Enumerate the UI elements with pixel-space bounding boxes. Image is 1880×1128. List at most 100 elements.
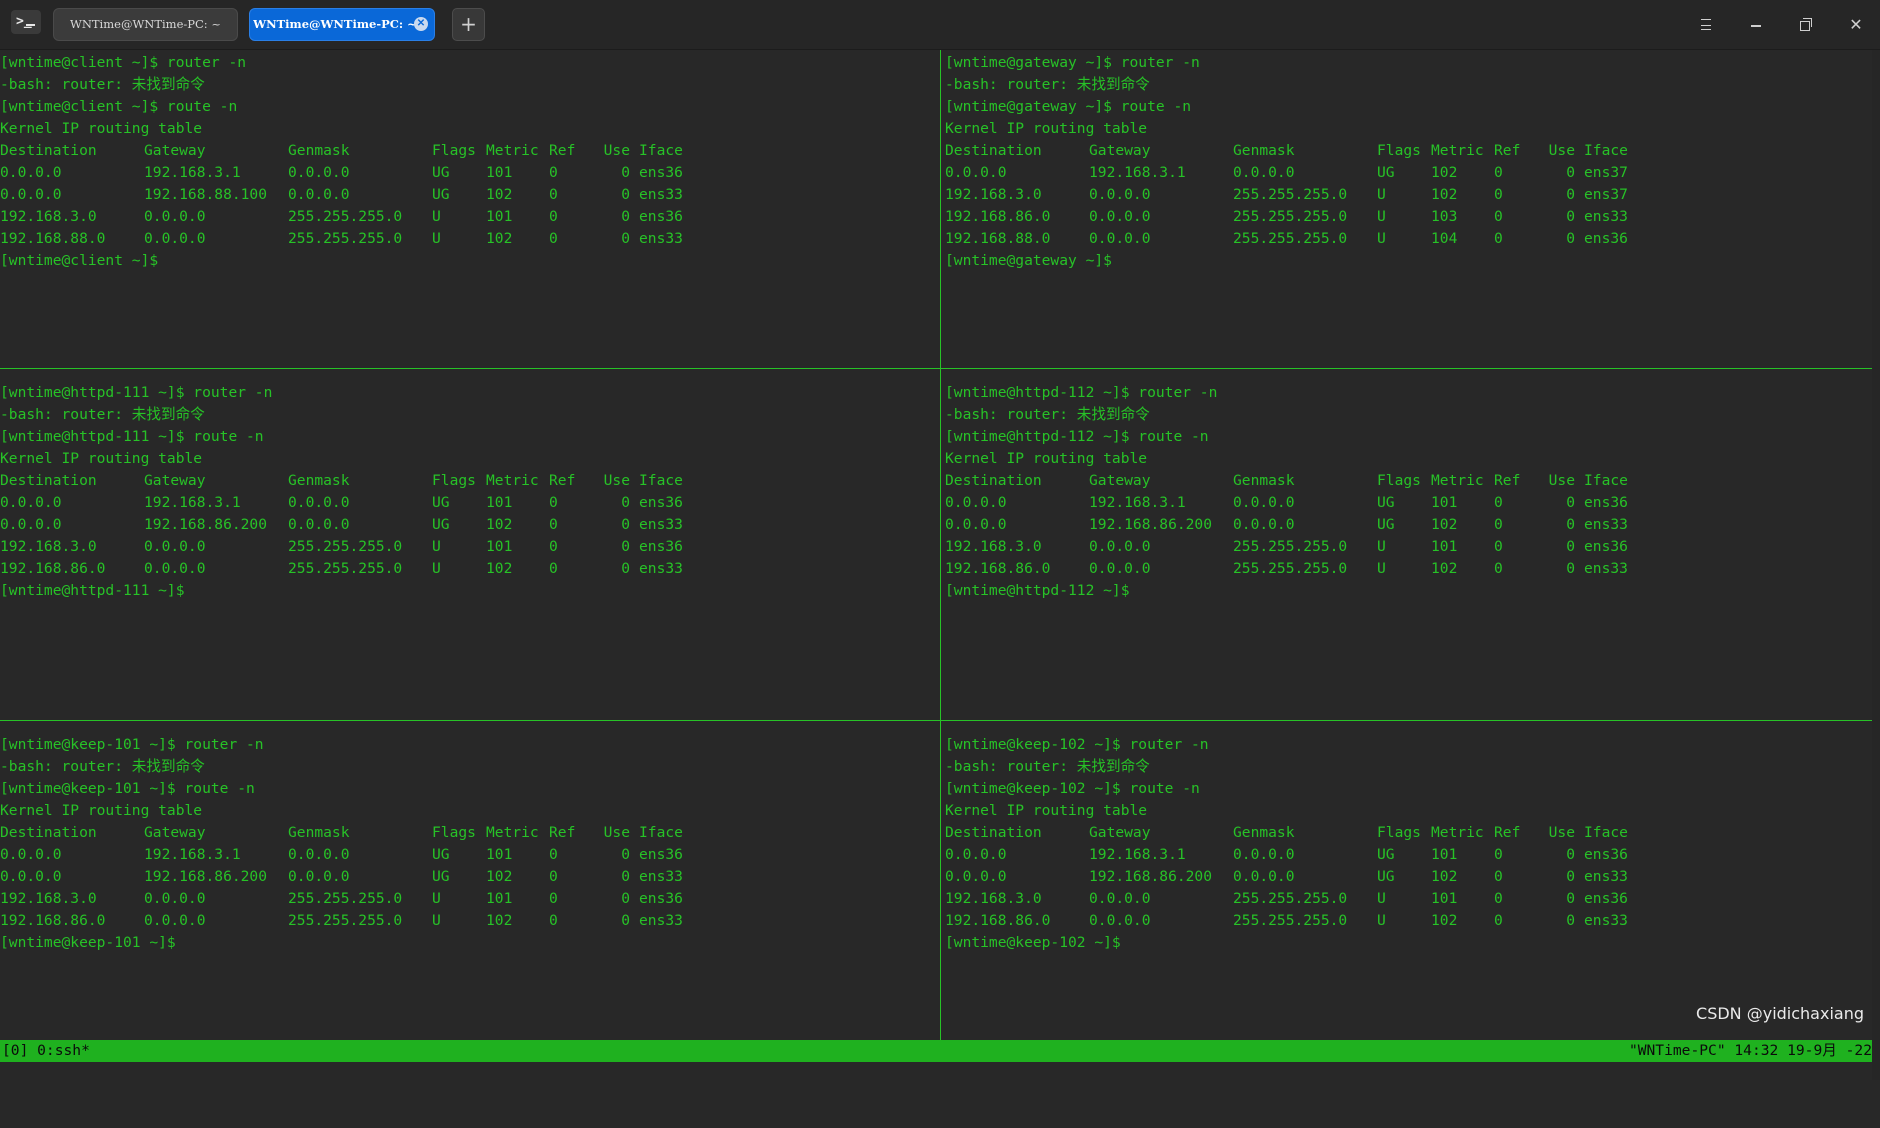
window-edge — [1872, 50, 1880, 1080]
header-flags: Flags — [432, 824, 476, 841]
terminal-line: [wntime@keep-102 ~]$ router -n — [945, 736, 1209, 753]
cell-destination: 192.168.3.0 — [0, 890, 97, 907]
cell-destination: 0.0.0.0 — [945, 846, 1007, 863]
header-flags: Flags — [432, 472, 476, 489]
terminal-pane-5[interactable]: [wntime@keep-101 ~]$ router -n -bash: rou… — [0, 734, 936, 1040]
cell-ref: 0 — [1494, 186, 1503, 203]
header-gateway: Gateway — [144, 472, 206, 489]
terminal-pane-6[interactable]: [wntime@keep-102 ~]$ router -n -bash: rou… — [945, 734, 1870, 1040]
pane-divider-vertical[interactable] — [940, 50, 941, 1040]
terminal-line: -bash: router: 未找到命令 — [0, 758, 205, 775]
terminal-line: [wntime@gateway ~]$ router -n — [945, 54, 1200, 71]
cell-metric: 102 — [486, 516, 513, 533]
cell-destination: 0.0.0.0 — [0, 868, 62, 885]
cell-destination: 0.0.0.0 — [0, 516, 62, 533]
close-window-button[interactable]: ✕ — [1843, 12, 1869, 38]
header-genmask: Genmask — [288, 472, 350, 489]
terminal-line: Kernel IP routing table — [0, 120, 203, 137]
header-flags: Flags — [1377, 142, 1421, 159]
header-iface: Iface — [639, 824, 683, 841]
cell-flags: UG — [432, 846, 450, 863]
maximize-button[interactable] — [1793, 12, 1819, 38]
routing-table-row: 0.0.0.0 192.168.3.1 0.0.0.0 UG 101 0 0 ens36 — [945, 844, 1870, 866]
pane-divider-horizontal-1[interactable] — [0, 368, 1872, 369]
terminal-area[interactable]: [wntime@client ~]$ router -n -bash: route… — [0, 50, 1880, 1080]
status-window-list[interactable]: [0] 0:ssh* — [2, 1040, 90, 1062]
header-use: Use — [603, 824, 630, 841]
terminal-pane-1[interactable]: [wntime@client ~]$ router -n -bash: route… — [0, 52, 936, 368]
terminal-line: -bash: router: 未找到命令 — [0, 76, 205, 93]
shell-prompt[interactable]: [wntime@httpd-112 ~]$ — [945, 580, 1870, 602]
cell-flags: UG — [432, 186, 450, 203]
cell-iface: ens33 — [639, 868, 683, 885]
header-use: Use — [603, 142, 630, 159]
tab-1[interactable]: WNTime@WNTime-PC: ~ — [53, 8, 238, 41]
header-gateway: Gateway — [144, 824, 206, 841]
routing-table-row: 0.0.0.0 192.168.3.1 0.0.0.0 UG 101 0 0 ens36 — [0, 844, 936, 866]
cell-iface: ens33 — [1584, 912, 1628, 929]
cell-flags: UG — [432, 868, 450, 885]
cell-genmask: 0.0.0.0 — [1233, 164, 1295, 181]
cell-gateway: 0.0.0.0 — [1089, 186, 1151, 203]
routing-table-row: 192.168.86.0 0.0.0.0 255.255.255.0 U 102 0 0 en… — [945, 558, 1870, 580]
cell-flags: U — [432, 912, 441, 929]
routing-table-row: 0.0.0.0 192.168.86.200 0.0.0.0 UG 102 0 0 ens33 — [945, 514, 1870, 536]
terminal-pane-2[interactable]: [wntime@gateway ~]$ router -n -bash: rout… — [945, 52, 1870, 368]
cell-flags: UG — [1377, 516, 1395, 533]
terminal-line: -bash: router: 未找到命令 — [945, 406, 1150, 423]
terminal-pane-4[interactable]: [wntime@httpd-112 ~]$ router -n -bash: ro… — [945, 382, 1870, 720]
cell-gateway: 0.0.0.0 — [1089, 912, 1151, 929]
menu-button[interactable] — [1693, 12, 1719, 38]
cell-destination: 192.168.86.0 — [0, 912, 106, 929]
cell-metric: 101 — [486, 208, 513, 225]
terminal-line: [wntime@httpd-111 ~]$ route -n — [0, 428, 264, 445]
cell-metric: 103 — [1431, 208, 1458, 225]
tab-2-active[interactable]: WNTime@WNTime-PC: ~ ✕ — [249, 8, 435, 41]
cell-genmask: 0.0.0.0 — [1233, 494, 1295, 511]
cell-ref: 0 — [1494, 560, 1503, 577]
cell-metric: 102 — [1431, 164, 1458, 181]
header-metric: Metric — [486, 142, 539, 159]
header-gateway: Gateway — [1089, 142, 1151, 159]
shell-prompt[interactable]: [wntime@httpd-111 ~]$ — [0, 580, 936, 602]
cell-iface: ens36 — [639, 208, 683, 225]
routing-table-row: 192.168.86.0 0.0.0.0 255.255.255.0 U 102 0 0 en… — [945, 910, 1870, 932]
cell-use: 0 — [1566, 890, 1575, 907]
cell-gateway: 0.0.0.0 — [1089, 538, 1151, 555]
cell-gateway: 192.168.86.200 — [144, 868, 268, 885]
cell-iface: ens36 — [1584, 494, 1628, 511]
cell-ref: 0 — [549, 868, 558, 885]
cell-destination: 192.168.86.0 — [945, 912, 1051, 929]
terminal-line: Kernel IP routing table — [945, 450, 1148, 467]
cell-flags: U — [1377, 208, 1386, 225]
terminal-app-icon[interactable]: >_ — [11, 10, 41, 34]
add-tab-button[interactable]: + — [452, 8, 485, 41]
cell-gateway: 192.168.88.100 — [144, 186, 268, 203]
shell-prompt[interactable]: [wntime@client ~]$ — [0, 250, 936, 272]
cell-iface: ens36 — [639, 164, 683, 181]
shell-prompt[interactable]: [wntime@keep-101 ~]$ — [0, 932, 936, 954]
terminal-line: [wntime@httpd-112 ~]$ route -n — [945, 428, 1209, 445]
tab-close-icon[interactable]: ✕ — [414, 17, 428, 31]
cell-flags: UG — [432, 494, 450, 511]
shell-prompt[interactable]: [wntime@keep-102 ~]$ — [945, 932, 1870, 954]
pane-divider-horizontal-2[interactable] — [0, 720, 1872, 721]
terminal-line: [wntime@keep-101 ~]$ route -n — [0, 780, 255, 797]
cell-use: 0 — [1566, 538, 1575, 555]
cell-flags: UG — [1377, 494, 1395, 511]
routing-table-header: Destination Gateway Genmask Flags Metric Ref U… — [0, 140, 936, 162]
cell-metric: 101 — [486, 538, 513, 555]
close-icon: ✕ — [1849, 15, 1863, 34]
routing-table-row: 0.0.0.0 192.168.86.200 0.0.0.0 UG 102 0 0 ens33 — [0, 866, 936, 888]
cell-gateway: 0.0.0.0 — [144, 208, 206, 225]
minimize-button[interactable] — [1743, 12, 1769, 38]
terminal-pane-3[interactable]: [wntime@httpd-111 ~]$ router -n -bash: ro… — [0, 382, 936, 720]
cell-use: 0 — [1566, 516, 1575, 533]
cell-ref: 0 — [549, 890, 558, 907]
cell-metric: 101 — [1431, 494, 1458, 511]
routing-table-row: 192.168.3.0 0.0.0.0 255.255.255.0 U 101 0 0 ens… — [945, 888, 1870, 910]
cell-genmask: 0.0.0.0 — [288, 516, 350, 533]
header-genmask: Genmask — [1233, 142, 1295, 159]
header-destination: Destination — [945, 142, 1042, 159]
shell-prompt[interactable]: [wntime@gateway ~]$ — [945, 250, 1870, 272]
